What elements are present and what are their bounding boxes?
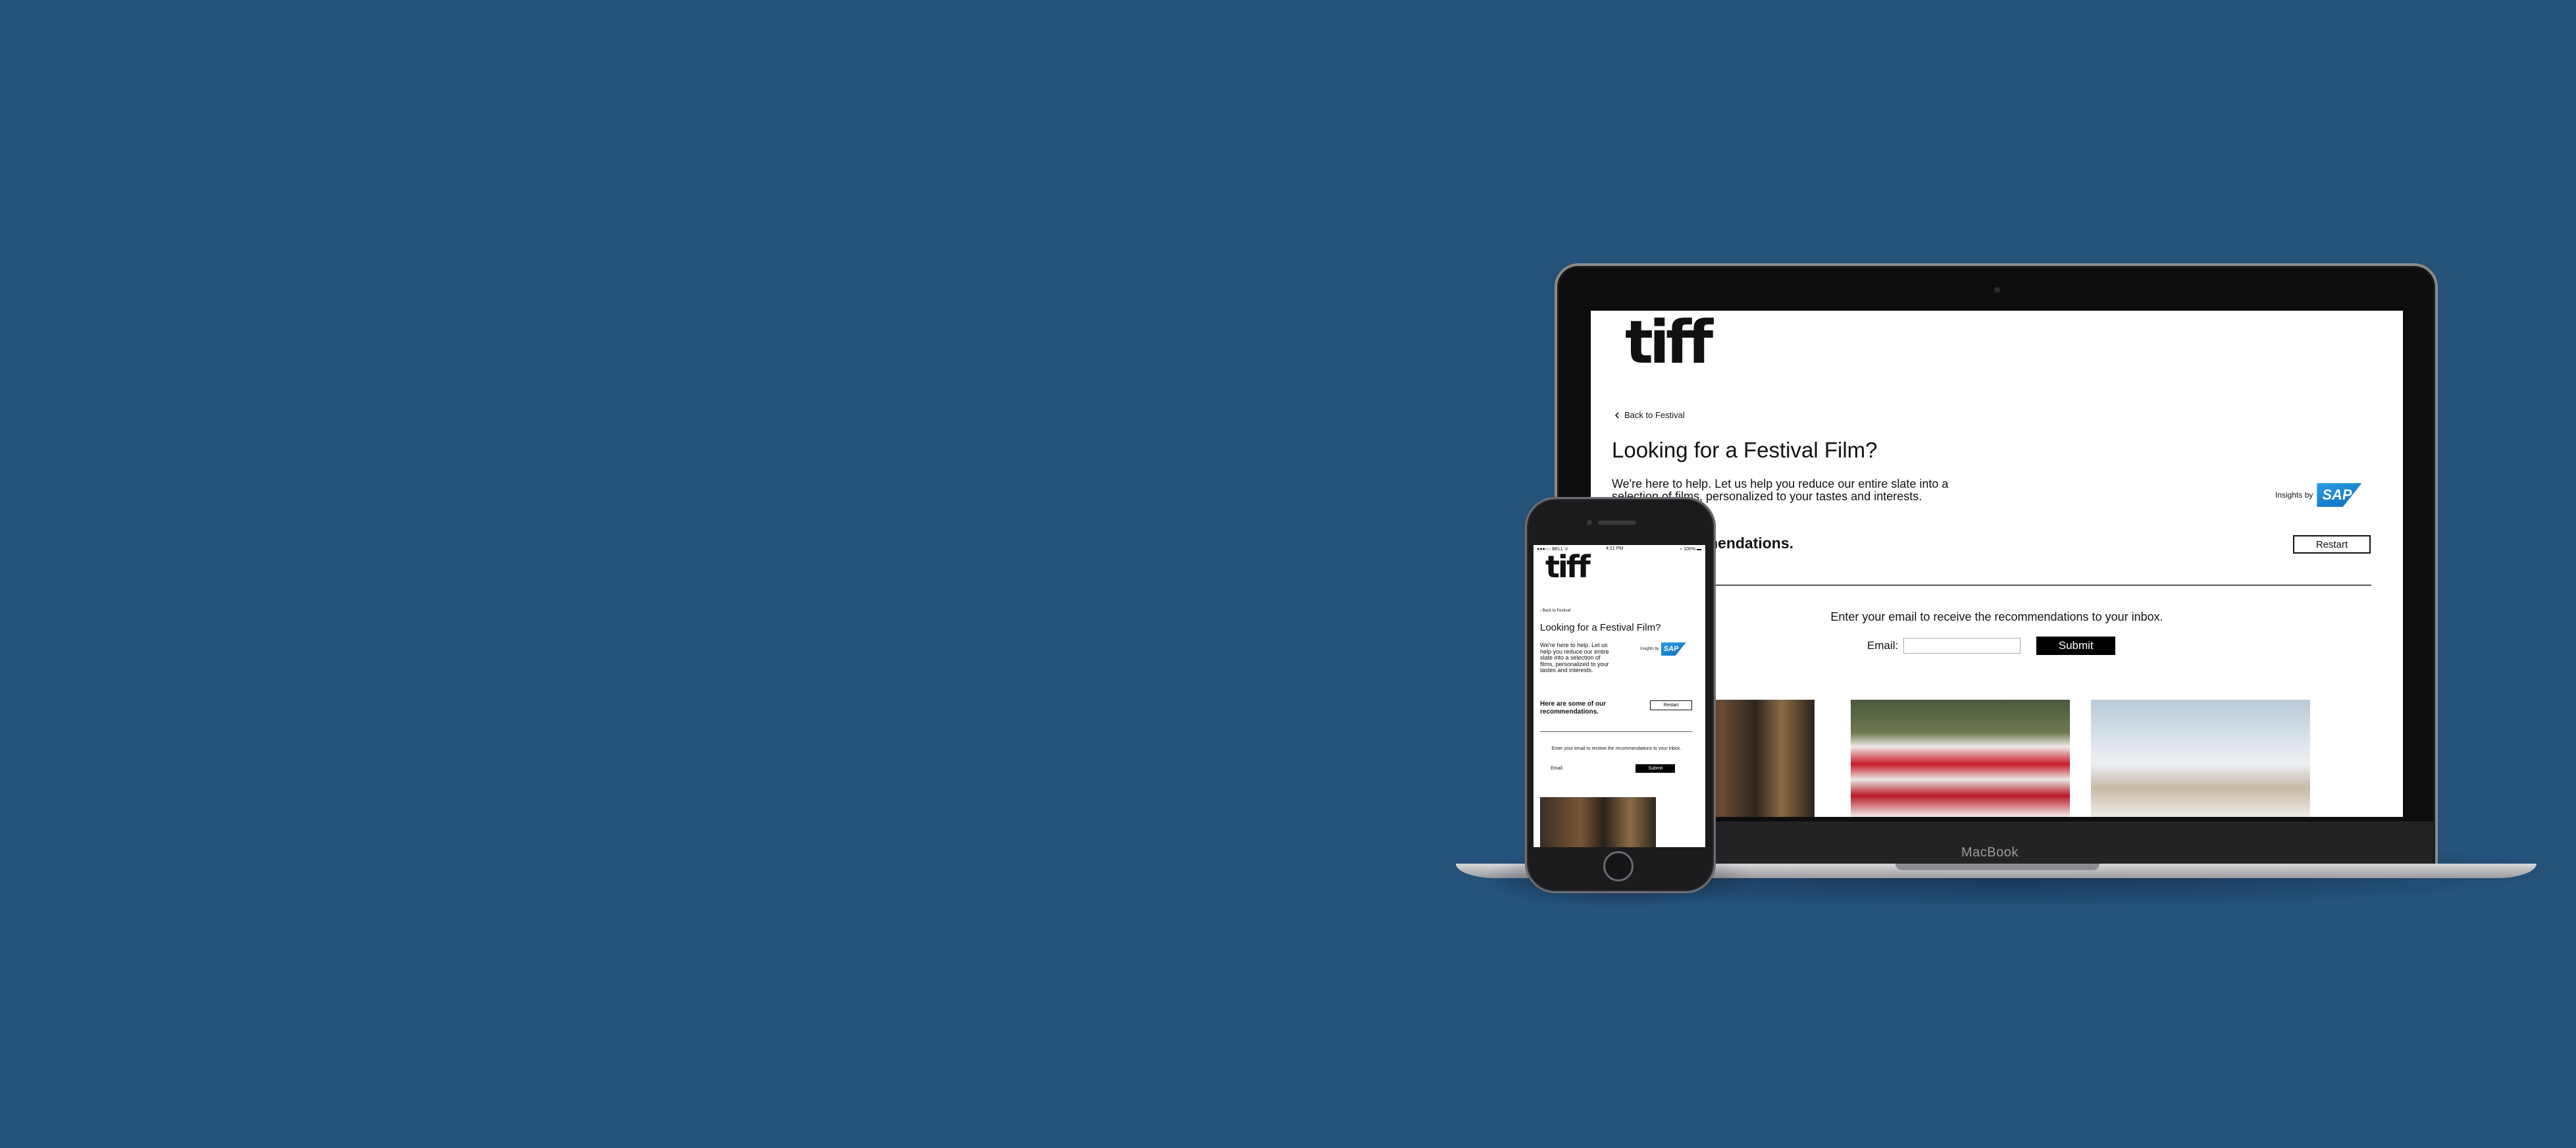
laptop-camera — [1994, 287, 2000, 293]
back-to-festival-link[interactable]: ‹ Back to Festival — [1540, 609, 1570, 613]
home-button[interactable] — [1603, 851, 1634, 881]
phone-page: ●●●○○ BELL ᯤ 4:21 PM ⌁ 100% ▬ tiff ‹ Bac… — [1533, 545, 1705, 847]
intro-text: We're here to help. Let us help you redu… — [1540, 642, 1609, 673]
battery-icon: ⌁ 100% ▬ — [1679, 547, 1701, 552]
email-input[interactable] — [1566, 765, 1628, 773]
restart-button[interactable]: Restart — [2293, 535, 2371, 554]
sap-logo: SAP — [2317, 483, 2362, 507]
email-label: Email: — [1551, 766, 1564, 771]
email-form: Email: Submit — [1867, 637, 2116, 655]
insights-by-sap: Insights by SAP — [1640, 642, 1686, 656]
insights-by-sap: Insights by SAP — [2275, 483, 2362, 507]
laptop-brand-label: MacBook — [1961, 845, 2019, 860]
email-prompt: Enter your email to receive the recommen… — [1551, 746, 1682, 751]
sap-logo: SAP — [1661, 642, 1686, 656]
tiff-logo[interactable]: tiff — [1625, 313, 1713, 373]
tiff-logo[interactable]: tiff — [1545, 552, 1591, 582]
phone-camera — [1587, 520, 1592, 525]
back-link-label: Back to Festival — [1542, 609, 1571, 613]
email-form: Email: Submit — [1551, 764, 1695, 773]
phone-speaker — [1598, 521, 1636, 525]
film-thumbnail[interactable] — [1540, 797, 1656, 847]
email-input[interactable] — [1903, 638, 2021, 654]
page-title: Looking for a Festival Film? — [1612, 438, 1878, 462]
email-label: Email: — [1867, 639, 1899, 652]
back-to-festival-link[interactable]: Back to Festival — [1614, 410, 1685, 420]
restart-button[interactable]: Restart — [1650, 700, 1692, 710]
recommendations-heading: Here are some of our recommendations. — [1540, 700, 1607, 716]
insights-label: Insights by — [1640, 647, 1659, 651]
phone-screen: ●●●○○ BELL ᯤ 4:21 PM ⌁ 100% ▬ tiff ‹ Bac… — [1533, 545, 1705, 847]
film-thumbnail[interactable] — [1851, 700, 2070, 817]
submit-button[interactable]: Submit — [1636, 764, 1676, 773]
film-thumbnail[interactable] — [2091, 700, 2310, 817]
status-time: 4:21 PM — [1606, 546, 1624, 551]
chevron-left-icon — [1614, 411, 1619, 419]
divider — [1612, 585, 2371, 586]
back-link-label: Back to Festival — [1624, 410, 1685, 420]
page-title: Looking for a Festival Film? — [1540, 622, 1661, 633]
insights-label: Insights by — [2275, 490, 2313, 500]
laptop-notch — [1895, 864, 2099, 870]
submit-button[interactable]: Submit — [2036, 637, 2116, 655]
divider — [1540, 731, 1693, 732]
